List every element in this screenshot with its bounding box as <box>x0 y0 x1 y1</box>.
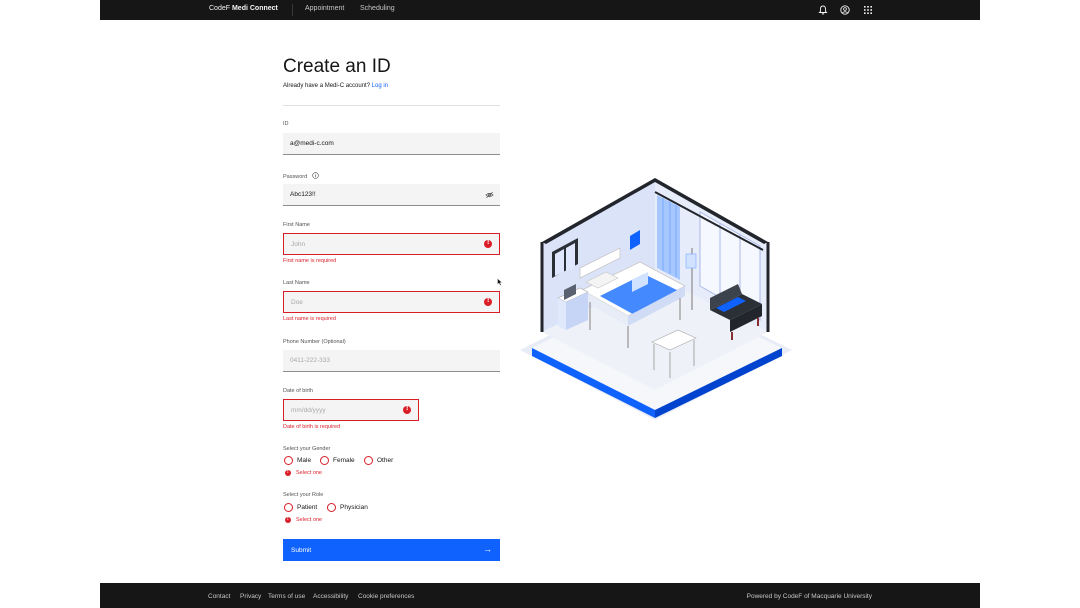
error-icon <box>484 297 492 306</box>
hide-password-icon[interactable] <box>485 191 494 199</box>
header-divider <box>292 4 293 16</box>
footer-link-accessibility[interactable]: Accessibility <box>313 593 348 600</box>
last-name-error: Last name is required <box>283 316 336 322</box>
submit-button[interactable]: Submit → <box>283 539 500 561</box>
radio-male-label[interactable]: Male <box>297 457 311 464</box>
error-icon <box>484 239 492 248</box>
dob-placeholder: mm/dd/yyyy <box>291 407 326 414</box>
nav-scheduling[interactable]: Scheduling <box>360 5 395 12</box>
first-name-placeholder: John <box>291 241 306 248</box>
password-label-text: Password <box>283 174 308 180</box>
dob-label: Date of birth <box>283 388 313 394</box>
radio-patient-label[interactable]: Patient <box>297 504 317 511</box>
user-avatar-icon[interactable] <box>839 4 851 16</box>
first-name-label: First Name <box>283 222 310 228</box>
error-icon <box>285 516 291 523</box>
id-label: ID <box>283 121 289 127</box>
hospital-room-illustration <box>520 178 792 420</box>
password-value: Abc123!! <box>290 191 316 198</box>
phone-field[interactable]: 0411-222-333 <box>283 350 500 372</box>
role-error: Select one <box>296 517 322 523</box>
radio-female[interactable] <box>320 456 329 465</box>
error-icon <box>403 405 411 414</box>
radio-other[interactable] <box>364 456 373 465</box>
last-name-label: Last Name <box>283 280 310 286</box>
phone-placeholder: 0411-222-333 <box>290 357 330 364</box>
role-radio-group: Patient Physician <box>283 503 423 513</box>
app-switcher-icon[interactable] <box>862 4 874 16</box>
notification-icon[interactable] <box>817 4 829 16</box>
nav-appointment[interactable]: Appointment <box>305 5 344 12</box>
dob-error: Date of birth is required <box>283 424 341 430</box>
phone-label: Phone Number (Optional) <box>283 339 346 345</box>
submit-label: Submit <box>291 547 312 554</box>
login-prompt-text: Already have a Medi-C account? <box>283 83 371 89</box>
role-label: Select your Role <box>283 492 324 498</box>
first-name-field[interactable]: John <box>283 233 500 255</box>
radio-male[interactable] <box>284 456 293 465</box>
radio-female-label[interactable]: Female <box>333 457 355 464</box>
page-footer: Contact Privacy Terms of use Accessibili… <box>100 583 980 608</box>
gender-error: Select one <box>296 470 322 476</box>
last-name-placeholder: Doe <box>291 299 303 306</box>
footer-link-privacy[interactable]: Privacy <box>240 593 261 600</box>
footer-link-contact[interactable]: Contact <box>208 593 230 600</box>
radio-physician[interactable] <box>327 503 336 512</box>
footer-link-terms[interactable]: Terms of use <box>268 593 305 600</box>
powered-by-text: Powered by CodeF of Macquarie University <box>746 593 872 600</box>
page-frame: CodeF Medi Connect Appointment Schedulin… <box>100 0 980 608</box>
id-value: a@medi-c.com <box>290 140 334 147</box>
password-field[interactable]: Abc123!! <box>283 184 500 206</box>
error-icon <box>285 469 291 476</box>
brand-name: Medi Connect <box>231 5 278 12</box>
page-title: Create an ID <box>283 56 391 77</box>
info-icon[interactable] <box>311 172 319 179</box>
radio-other-label[interactable]: Other <box>377 457 393 464</box>
first-name-error: First name is required <box>283 258 337 264</box>
mouse-cursor-icon <box>497 278 503 286</box>
radio-physician-label[interactable]: Physician <box>340 504 368 511</box>
password-label: Password <box>283 172 319 180</box>
id-field[interactable]: a@medi-c.com <box>283 133 500 155</box>
arrow-right-icon: → <box>483 544 492 554</box>
dob-field[interactable]: mm/dd/yyyy <box>283 399 419 421</box>
last-name-field[interactable]: Doe <box>283 291 500 313</box>
login-prompt: Already have a Medi-C account? Log in <box>283 83 388 89</box>
footer-link-cookies[interactable]: Cookie preferences <box>358 593 414 600</box>
gender-radio-group: Male Female Other <box>283 456 423 466</box>
brand-prefix: CodeF <box>209 5 231 12</box>
gender-label: Select your Gender <box>283 446 331 452</box>
form-divider <box>283 105 500 106</box>
top-header: CodeF Medi Connect Appointment Schedulin… <box>100 0 980 20</box>
brand-logo[interactable]: CodeF Medi Connect <box>209 5 278 12</box>
radio-patient[interactable] <box>284 503 293 512</box>
login-link[interactable]: Log in <box>372 83 388 89</box>
